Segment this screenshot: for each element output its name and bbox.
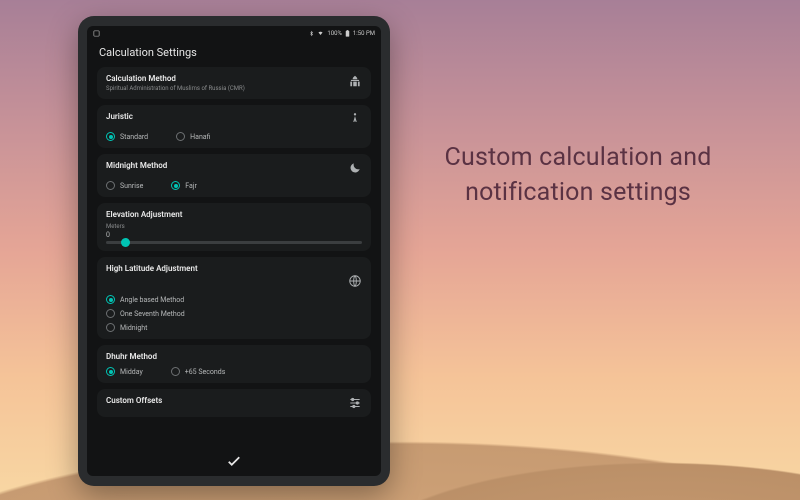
person-praying-icon xyxy=(348,112,362,126)
battery-icon xyxy=(345,30,350,37)
high-latitude-card: High Latitude Adjustment Angle based Met… xyxy=(97,257,371,339)
dhuhr-option-midday[interactable]: Midday xyxy=(106,367,143,376)
status-left-icon xyxy=(93,30,100,37)
highlat-option-midnight[interactable]: Midnight xyxy=(106,323,362,332)
tablet-frame: 100% 1:50 PM Calculation Settings Calcul… xyxy=(78,16,390,486)
tablet-screen: 100% 1:50 PM Calculation Settings Calcul… xyxy=(87,26,381,476)
radio-label: Fajr xyxy=(185,182,197,190)
high-latitude-title: High Latitude Adjustment xyxy=(106,264,198,273)
dhuhr-option-65s[interactable]: +65 Seconds xyxy=(171,367,226,376)
radio-label: Midday xyxy=(120,368,143,376)
midnight-option-sunrise[interactable]: Sunrise xyxy=(106,181,143,190)
juristic-option-hanafi[interactable]: Hanafi xyxy=(176,132,210,141)
juristic-option-standard[interactable]: Standard xyxy=(106,132,148,141)
midnight-option-fajr[interactable]: Fajr xyxy=(171,181,197,190)
calculation-method-subtitle: Spiritual Administration of Muslims of R… xyxy=(106,85,245,92)
highlat-option-seventh[interactable]: One Seventh Method xyxy=(106,309,362,318)
dhuhr-title: Dhuhr Method xyxy=(106,352,362,361)
custom-offsets-title: Custom Offsets xyxy=(106,396,162,405)
settings-content: Calculation Method Spiritual Administrat… xyxy=(87,67,381,446)
page-title: Calculation Settings xyxy=(87,40,381,67)
radio-label: Midnight xyxy=(120,324,147,332)
marketing-heading: Custom calculation and notification sett… xyxy=(408,140,748,210)
radio-label: +65 Seconds xyxy=(185,368,226,376)
radio-label: Standard xyxy=(120,133,148,141)
radio-label: Sunrise xyxy=(120,182,143,190)
globe-icon xyxy=(348,274,362,288)
slider-thumb[interactable] xyxy=(121,238,130,247)
radio-label: Angle based Method xyxy=(120,296,184,304)
bluetooth-icon xyxy=(309,30,314,37)
dhuhr-method-card: Dhuhr Method Midday +65 Seconds xyxy=(97,345,371,383)
elevation-card: Elevation Adjustment Meters 0 xyxy=(97,203,371,251)
radio-label: Hanafi xyxy=(190,133,210,141)
elevation-title: Elevation Adjustment xyxy=(106,210,362,219)
calculation-method-card[interactable]: Calculation Method Spiritual Administrat… xyxy=(97,67,371,99)
mosque-icon xyxy=(348,74,362,88)
calculation-method-title: Calculation Method xyxy=(106,74,245,83)
radio-label: One Seventh Method xyxy=(120,310,185,318)
midnight-method-card: Midnight Method Sunrise Fajr xyxy=(97,154,371,197)
sliders-icon xyxy=(348,396,362,410)
moon-icon xyxy=(348,161,362,175)
elevation-value: 0 xyxy=(106,231,362,239)
battery-text: 100% xyxy=(327,30,342,37)
juristic-title: Juristic xyxy=(106,112,133,121)
status-bar: 100% 1:50 PM xyxy=(87,26,381,40)
status-time: 1:50 PM xyxy=(353,30,375,37)
elevation-slider[interactable] xyxy=(106,241,362,244)
elevation-label: Meters xyxy=(106,223,362,230)
custom-offsets-card[interactable]: Custom Offsets xyxy=(97,389,371,417)
bottom-bar xyxy=(87,446,381,476)
check-icon xyxy=(225,452,243,470)
midnight-title: Midnight Method xyxy=(106,161,167,170)
background-dune-right xyxy=(420,400,800,500)
highlat-option-angle[interactable]: Angle based Method xyxy=(106,295,362,304)
wifi-icon xyxy=(317,30,324,36)
juristic-card: Juristic Standard Hanafi xyxy=(97,105,371,148)
confirm-button[interactable] xyxy=(225,452,243,470)
